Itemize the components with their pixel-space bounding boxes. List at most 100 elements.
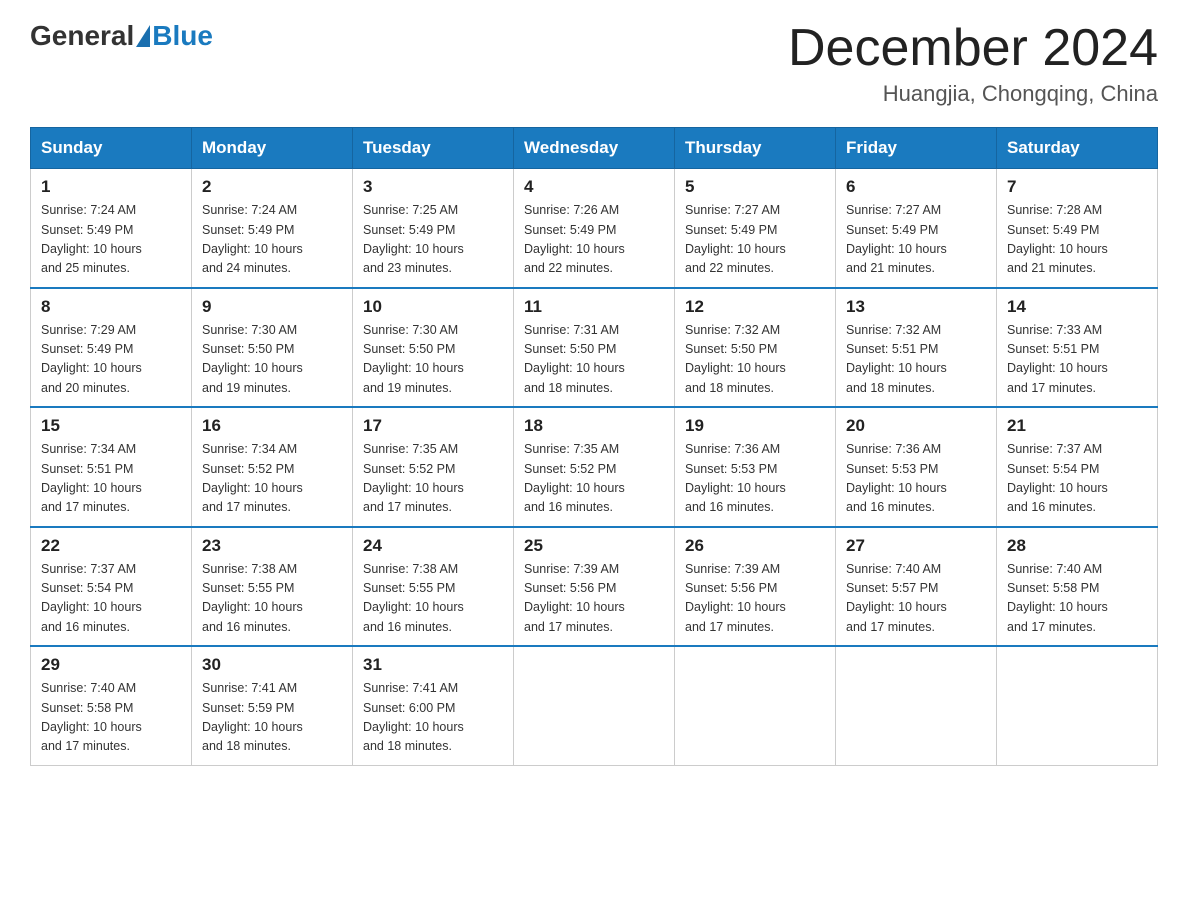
day-number: 26 [685, 536, 825, 556]
calendar-cell: 14Sunrise: 7:33 AMSunset: 5:51 PMDayligh… [997, 288, 1158, 408]
day-info: Sunrise: 7:35 AMSunset: 5:52 PMDaylight:… [363, 440, 503, 518]
logo: General Blue [30, 20, 213, 52]
calendar-cell: 23 Sunrise: 7:38 AMSunset: 5:55 PMDayligh… [192, 527, 353, 647]
calendar-cell: 1Sunrise: 7:24 AMSunset: 5:49 PMDaylight… [31, 169, 192, 288]
day-info: Sunrise: 7:32 AMSunset: 5:50 PMDaylight:… [685, 321, 825, 399]
day-number: 5 [685, 177, 825, 197]
day-number: 23 [202, 536, 342, 556]
calendar-cell: 19 Sunrise: 7:36 AMSunset: 5:53 PMDayligh… [675, 407, 836, 527]
day-number: 27 [846, 536, 986, 556]
calendar-cell: 13 Sunrise: 7:32 AMSunset: 5:51 PMDayligh… [836, 288, 997, 408]
calendar-cell: 31Sunrise: 7:41 AMSunset: 6:00 PMDayligh… [353, 646, 514, 765]
calendar-cell: 2Sunrise: 7:24 AMSunset: 5:49 PMDaylight… [192, 169, 353, 288]
day-number: 11 [524, 297, 664, 317]
calendar-cell: 27 Sunrise: 7:40 AMSunset: 5:57 PMDayligh… [836, 527, 997, 647]
day-info: Sunrise: 7:37 AMSunset: 5:54 PMDaylight:… [1007, 440, 1147, 518]
calendar-header-row: SundayMondayTuesdayWednesdayThursdayFrid… [31, 128, 1158, 169]
day-info: Sunrise: 7:28 AMSunset: 5:49 PMDaylight:… [1007, 201, 1147, 279]
day-info: Sunrise: 7:39 AMSunset: 5:56 PMDaylight:… [685, 560, 825, 638]
logo-triangle-icon [136, 25, 150, 47]
col-header-sunday: Sunday [31, 128, 192, 169]
day-number: 31 [363, 655, 503, 675]
day-info: Sunrise: 7:36 AMSunset: 5:53 PMDaylight:… [846, 440, 986, 518]
col-header-thursday: Thursday [675, 128, 836, 169]
calendar-cell: 30 Sunrise: 7:41 AMSunset: 5:59 PMDayligh… [192, 646, 353, 765]
calendar-cell: 6 Sunrise: 7:27 AMSunset: 5:49 PMDaylight… [836, 169, 997, 288]
day-number: 8 [41, 297, 181, 317]
day-info: Sunrise: 7:27 AMSunset: 5:49 PMDaylight:… [685, 201, 825, 279]
day-info: Sunrise: 7:24 AMSunset: 5:49 PMDaylight:… [202, 201, 342, 279]
day-number: 15 [41, 416, 181, 436]
day-number: 29 [41, 655, 181, 675]
logo-general-text: General [30, 20, 134, 52]
location-text: Huangjia, Chongqing, China [788, 81, 1158, 107]
calendar-cell: 24 Sunrise: 7:38 AMSunset: 5:55 PMDayligh… [353, 527, 514, 647]
calendar-cell [997, 646, 1158, 765]
day-info: Sunrise: 7:38 AMSunset: 5:55 PMDaylight:… [202, 560, 342, 638]
day-number: 13 [846, 297, 986, 317]
day-info: Sunrise: 7:34 AMSunset: 5:52 PMDaylight:… [202, 440, 342, 518]
day-number: 18 [524, 416, 664, 436]
day-info: Sunrise: 7:35 AMSunset: 5:52 PMDaylight:… [524, 440, 664, 518]
calendar-cell: 3Sunrise: 7:25 AMSunset: 5:49 PMDaylight… [353, 169, 514, 288]
col-header-friday: Friday [836, 128, 997, 169]
day-info: Sunrise: 7:29 AMSunset: 5:49 PMDaylight:… [41, 321, 181, 399]
day-number: 1 [41, 177, 181, 197]
day-number: 19 [685, 416, 825, 436]
day-number: 6 [846, 177, 986, 197]
day-info: Sunrise: 7:41 AMSunset: 5:59 PMDaylight:… [202, 679, 342, 757]
calendar-cell: 11 Sunrise: 7:31 AMSunset: 5:50 PMDayligh… [514, 288, 675, 408]
day-number: 25 [524, 536, 664, 556]
day-info: Sunrise: 7:30 AMSunset: 5:50 PMDaylight:… [202, 321, 342, 399]
day-info: Sunrise: 7:26 AMSunset: 5:49 PMDaylight:… [524, 201, 664, 279]
calendar-cell: 25Sunrise: 7:39 AMSunset: 5:56 PMDayligh… [514, 527, 675, 647]
day-info: Sunrise: 7:40 AMSunset: 5:58 PMDaylight:… [1007, 560, 1147, 638]
day-number: 9 [202, 297, 342, 317]
calendar-cell: 12Sunrise: 7:32 AMSunset: 5:50 PMDayligh… [675, 288, 836, 408]
day-info: Sunrise: 7:31 AMSunset: 5:50 PMDaylight:… [524, 321, 664, 399]
calendar-cell [836, 646, 997, 765]
day-info: Sunrise: 7:38 AMSunset: 5:55 PMDaylight:… [363, 560, 503, 638]
day-number: 20 [846, 416, 986, 436]
calendar-cell: 10Sunrise: 7:30 AMSunset: 5:50 PMDayligh… [353, 288, 514, 408]
day-number: 4 [524, 177, 664, 197]
day-info: Sunrise: 7:32 AMSunset: 5:51 PMDaylight:… [846, 321, 986, 399]
calendar-cell: 7Sunrise: 7:28 AMSunset: 5:49 PMDaylight… [997, 169, 1158, 288]
day-number: 17 [363, 416, 503, 436]
calendar-cell: 16 Sunrise: 7:34 AMSunset: 5:52 PMDayligh… [192, 407, 353, 527]
calendar-cell [675, 646, 836, 765]
calendar-cell: 21 Sunrise: 7:37 AMSunset: 5:54 PMDayligh… [997, 407, 1158, 527]
calendar-cell: 5 Sunrise: 7:27 AMSunset: 5:49 PMDaylight… [675, 169, 836, 288]
calendar-week-row: 1 Sunrise: 7:24 AMSunset: 5:49 PMDaylight… [31, 169, 1158, 288]
calendar-cell: 26 Sunrise: 7:39 AMSunset: 5:56 PMDayligh… [675, 527, 836, 647]
day-number: 10 [363, 297, 503, 317]
day-number: 30 [202, 655, 342, 675]
calendar-cell: 29 Sunrise: 7:40 AMSunset: 5:58 PMDayligh… [31, 646, 192, 765]
day-info: Sunrise: 7:27 AMSunset: 5:49 PMDaylight:… [846, 201, 986, 279]
col-header-tuesday: Tuesday [353, 128, 514, 169]
day-info: Sunrise: 7:33 AMSunset: 5:51 PMDaylight:… [1007, 321, 1147, 399]
day-number: 28 [1007, 536, 1147, 556]
day-number: 16 [202, 416, 342, 436]
day-info: Sunrise: 7:40 AMSunset: 5:58 PMDaylight:… [41, 679, 181, 757]
month-title: December 2024 [788, 20, 1158, 77]
calendar-cell: 18 Sunrise: 7:35 AMSunset: 5:52 PMDayligh… [514, 407, 675, 527]
calendar-cell [514, 646, 675, 765]
calendar-cell: 20 Sunrise: 7:36 AMSunset: 5:53 PMDayligh… [836, 407, 997, 527]
logo-blue-text: Blue [152, 20, 213, 52]
calendar-cell: 8 Sunrise: 7:29 AMSunset: 5:49 PMDaylight… [31, 288, 192, 408]
calendar-cell: 28 Sunrise: 7:40 AMSunset: 5:58 PMDayligh… [997, 527, 1158, 647]
day-info: Sunrise: 7:40 AMSunset: 5:57 PMDaylight:… [846, 560, 986, 638]
calendar-week-row: 15 Sunrise: 7:34 AMSunset: 5:51 PMDayligh… [31, 407, 1158, 527]
calendar-table: SundayMondayTuesdayWednesdayThursdayFrid… [30, 127, 1158, 766]
calendar-cell: 17 Sunrise: 7:35 AMSunset: 5:52 PMDayligh… [353, 407, 514, 527]
day-info: Sunrise: 7:34 AMSunset: 5:51 PMDaylight:… [41, 440, 181, 518]
day-number: 24 [363, 536, 503, 556]
day-info: Sunrise: 7:36 AMSunset: 5:53 PMDaylight:… [685, 440, 825, 518]
calendar-week-row: 22Sunrise: 7:37 AMSunset: 5:54 PMDayligh… [31, 527, 1158, 647]
day-number: 21 [1007, 416, 1147, 436]
title-section: December 2024 Huangjia, Chongqing, China [788, 20, 1158, 107]
col-header-monday: Monday [192, 128, 353, 169]
calendar-cell: 22Sunrise: 7:37 AMSunset: 5:54 PMDayligh… [31, 527, 192, 647]
day-info: Sunrise: 7:37 AMSunset: 5:54 PMDaylight:… [41, 560, 181, 638]
